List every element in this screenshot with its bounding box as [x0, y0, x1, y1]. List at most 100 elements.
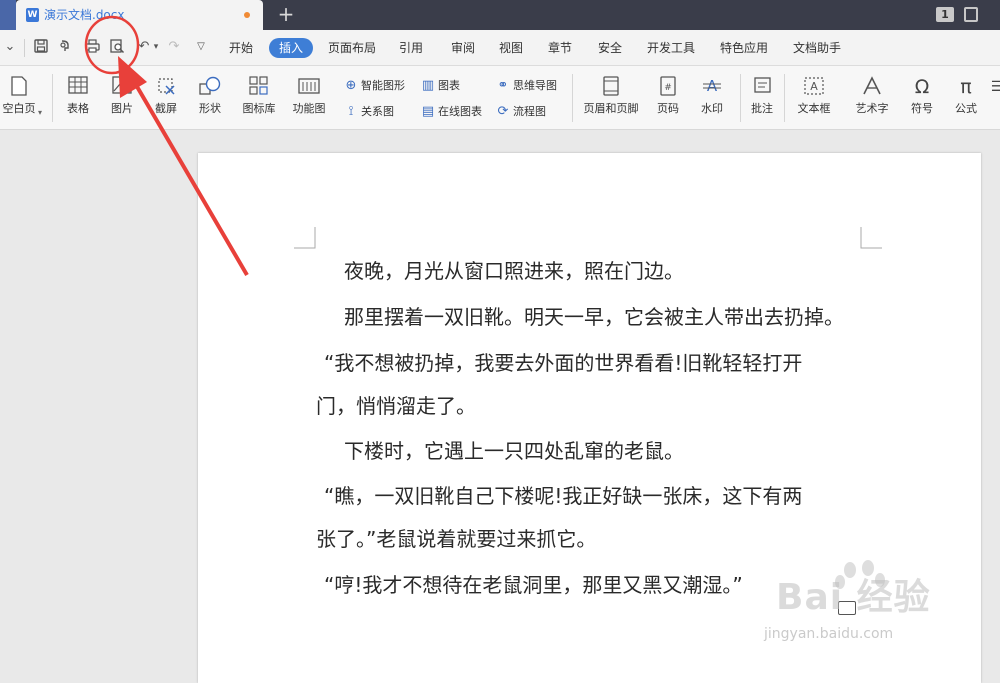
redo-icon[interactable]: ↷	[166, 39, 182, 55]
flowchart-button[interactable]: ⟳ 流程图	[495, 104, 546, 120]
tab-view[interactable]: 视图	[499, 38, 523, 58]
document-tab-title: 演示文档.docx	[44, 8, 125, 22]
function-chart-button[interactable]: 功能图	[285, 76, 333, 116]
save-icon[interactable]	[33, 39, 49, 55]
wps-writer-icon: W	[26, 8, 39, 22]
tab-developer-tools[interactable]: 开发工具	[647, 38, 695, 58]
icon-library-label: 图标库	[242, 102, 276, 115]
document-tab[interactable]: W 演示文档.docx	[16, 0, 263, 30]
textbox-icon: A	[803, 76, 825, 98]
mind-map-icon: ⚭	[497, 78, 509, 93]
icon-library-button[interactable]: 图标库	[237, 76, 281, 116]
page-number-button[interactable]: # 页码	[648, 76, 688, 116]
tab-document-assistant[interactable]: 文档助手	[793, 38, 841, 58]
paragraph-5-line-2: 张了。”老鼠说着就要过来抓它。	[316, 527, 597, 551]
chart-icon: ▥	[421, 78, 435, 93]
pi-icon: π	[960, 76, 972, 98]
symbol-button[interactable]: Ω 符号	[902, 76, 942, 116]
margin-corner-top-left	[294, 227, 316, 249]
paragraph-1: 夜晚，月光从窗口照进来，照在门边。	[344, 259, 684, 283]
tab-insert[interactable]: 插入	[269, 38, 314, 58]
tab-page-layout[interactable]: 页面布局	[328, 38, 376, 58]
page-number-label: 页码	[657, 102, 679, 115]
format-painter-icon[interactable]	[58, 39, 74, 55]
svg-text:A: A	[810, 80, 818, 93]
smart-shape-button[interactable]: ⊕ 智能图形	[343, 78, 405, 94]
art-text-icon	[861, 76, 883, 98]
relation-chart-icon: ⟟	[348, 104, 354, 119]
shape-icon	[199, 76, 221, 98]
text-lines-icon: ☰	[990, 79, 1000, 95]
shape-label: 形状	[199, 102, 221, 115]
paragraph-2: 那里摆着一双旧靴。明天一早，它会被主人带出去扔掉。	[344, 305, 844, 329]
undo-dropdown-icon[interactable]: ▾	[148, 39, 164, 55]
smart-shape-label: 智能图形	[361, 79, 405, 92]
shape-button[interactable]: 形状	[190, 76, 230, 116]
online-chart-icon: ▤	[421, 104, 435, 119]
screenshot-label: 截屏	[155, 102, 177, 115]
print-icon[interactable]	[84, 39, 100, 55]
paragraph-5-line-1: “瞧，一双旧靴自己下楼呢!我正好缺一张床，这下有两	[324, 484, 803, 508]
paragraph-3-line-2: 门，悄悄溜走了。	[316, 394, 476, 418]
table-button[interactable]: 表格	[58, 76, 98, 116]
relation-chart-button[interactable]: ⟟ 关系图	[343, 104, 394, 120]
flowchart-icon: ⟳	[497, 104, 509, 119]
function-chart-label: 功能图	[292, 102, 326, 115]
picture-button[interactable]: 图片	[102, 76, 142, 116]
screenshot-button[interactable]: 截屏	[146, 76, 186, 116]
app-strip	[0, 0, 16, 30]
tab-start[interactable]: 开始	[229, 38, 253, 58]
header-footer-button[interactable]: 页眉和页脚	[578, 76, 644, 116]
comment-icon	[751, 76, 773, 98]
art-text-button[interactable]: 艺术字	[846, 76, 898, 116]
watermark-url: jingyan.baidu.com	[764, 626, 894, 642]
mind-map-button[interactable]: ⚭ 思维导图	[495, 78, 557, 94]
comment-label: 批注	[751, 102, 773, 115]
divider	[784, 74, 785, 122]
divider	[740, 74, 741, 122]
header-footer-icon	[600, 76, 622, 98]
online-chart-label: 在线图表	[438, 105, 482, 118]
margin-corner-top-right	[860, 227, 882, 249]
paragraph-4: 下楼时，它遇上一只四处乱窜的老鼠。	[344, 439, 684, 463]
divider	[24, 39, 25, 57]
more-tool-button[interactable]: ☰	[986, 76, 1000, 98]
omega-icon: Ω	[914, 76, 930, 98]
screenshot-icon	[155, 76, 177, 98]
title-bar: W 演示文档.docx + 1	[0, 0, 1000, 30]
baidu-watermark: Bai 经验 jingyan.baidu.com	[756, 560, 996, 671]
tab-security[interactable]: 安全	[598, 38, 622, 58]
svg-text:#: #	[664, 83, 672, 93]
dropdown-icon[interactable]: ▽	[193, 39, 209, 55]
tab-references[interactable]: 引用	[399, 38, 423, 58]
chart-label: 图表	[438, 79, 460, 92]
online-chart-button[interactable]: ▤ 在线图表	[420, 104, 482, 120]
picture-icon	[111, 76, 133, 98]
symbol-label: 符号	[911, 102, 933, 115]
tab-special-apps[interactable]: 特色应用	[720, 38, 768, 58]
divider	[52, 74, 53, 122]
tab-review[interactable]: 审阅	[451, 38, 475, 58]
header-footer-label: 页眉和页脚	[583, 102, 639, 115]
smart-shape-icon: ⊕	[345, 78, 357, 93]
table-label: 表格	[67, 102, 89, 115]
chart-button[interactable]: ▥ 图表	[420, 78, 460, 94]
divider	[572, 74, 573, 122]
tab-chapter[interactable]: 章节	[548, 38, 572, 58]
textbox-label: 文本框	[797, 102, 831, 115]
watermark-button[interactable]: A 水印	[692, 76, 732, 116]
new-tab-button[interactable]: +	[275, 3, 297, 25]
page-number-icon: #	[657, 76, 679, 98]
watermark-brand: Bai 经验	[776, 577, 931, 618]
chevron-down-icon[interactable]: ⌄	[2, 39, 18, 55]
window-count-badge[interactable]: 1	[936, 7, 954, 22]
comment-button[interactable]: 批注	[744, 76, 780, 116]
blank-page-dropdown-icon[interactable]: ▾	[38, 108, 42, 117]
textbox-button[interactable]: A 文本框	[790, 76, 838, 116]
formula-label: 公式	[955, 102, 977, 115]
ribbon-toolbar: 空白页 ▾ 表格 图片 截屏 形状 图标库 功能图 ⊕ 智能图形 ▥ 图表 ⚭ 思维导…	[0, 66, 1000, 130]
formula-button[interactable]: π 公式	[946, 76, 986, 116]
print-preview-icon[interactable]	[109, 39, 125, 55]
window-restore-icon[interactable]	[964, 7, 978, 22]
blank-page-icon	[8, 76, 30, 98]
